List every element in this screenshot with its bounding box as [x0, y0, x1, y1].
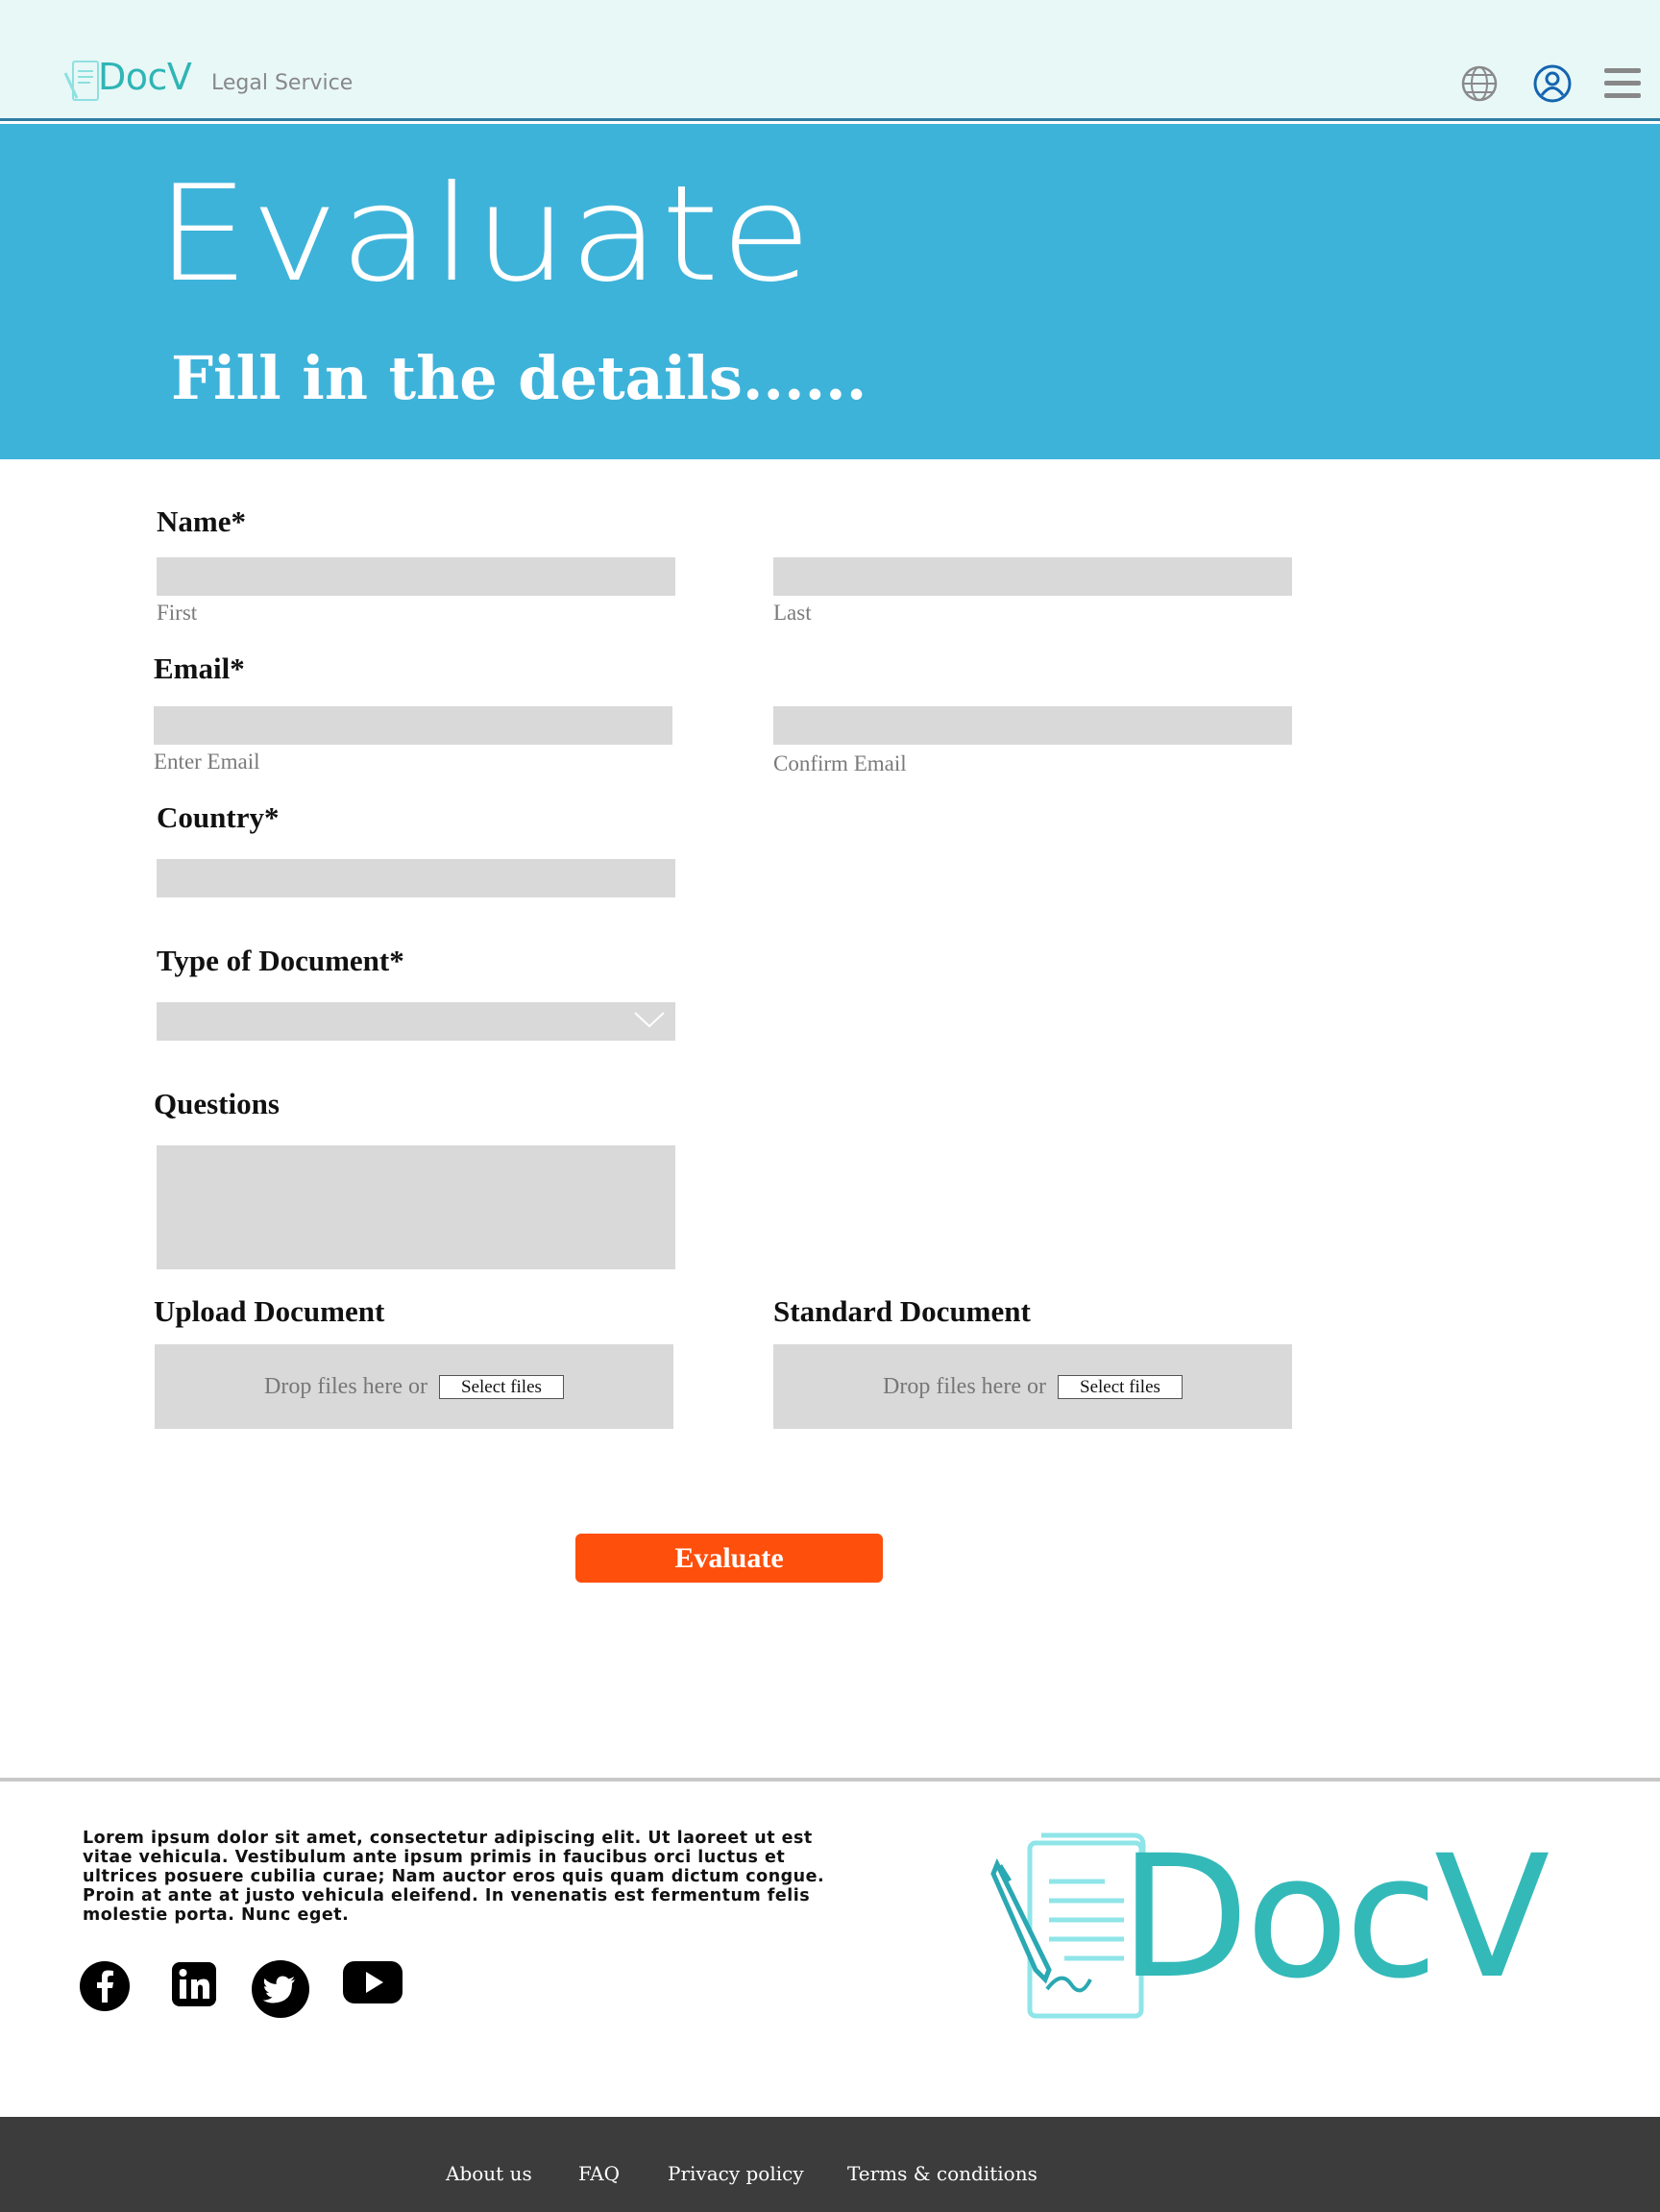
footer-divider — [0, 1778, 1660, 1782]
globe-icon[interactable] — [1459, 63, 1500, 104]
first-name-hint: First — [157, 601, 198, 625]
document-type-label: Type of Document* — [157, 944, 404, 977]
upload-dropzone[interactable]: Drop files here or Select files — [155, 1344, 673, 1429]
upload-select-files-button[interactable]: Select files — [438, 1374, 564, 1399]
last-name-hint: Last — [773, 601, 812, 625]
document-type-select[interactable] — [157, 1002, 675, 1041]
standard-document-label: Standard Document — [773, 1294, 1031, 1328]
email-input[interactable] — [154, 706, 672, 745]
brand-name[interactable]: DocV — [98, 56, 192, 98]
confirm-email-hint: Confirm Email — [773, 751, 907, 775]
menu-icon[interactable] — [1602, 63, 1643, 104]
youtube-icon[interactable] — [342, 1960, 403, 2004]
linkedin-icon[interactable] — [170, 1960, 218, 2008]
country-input[interactable] — [157, 859, 675, 897]
upload-document-label: Upload Document — [154, 1294, 385, 1328]
faq-link[interactable]: FAQ — [578, 2162, 620, 2185]
footer-brand-name: DocV — [1119, 1819, 1550, 2016]
first-name-input[interactable] — [157, 557, 675, 596]
name-label: Name* — [157, 504, 246, 538]
facebook-icon[interactable] — [79, 1960, 131, 2012]
standard-select-files-button[interactable]: Select files — [1057, 1374, 1183, 1399]
top-header: DocV Legal Service — [0, 0, 1660, 121]
email-label: Email* — [154, 651, 245, 685]
standard-dropzone[interactable]: Drop files here or Select files — [773, 1344, 1292, 1429]
terms-conditions-link[interactable]: Terms & conditions — [847, 2162, 1038, 2185]
questions-textarea[interactable] — [157, 1145, 675, 1269]
last-name-input[interactable] — [773, 557, 1292, 596]
brand-tagline: Legal Service — [211, 71, 354, 95]
dropzone-text: Drop files here or — [264, 1373, 427, 1399]
hero-banner: Evaluate Fill in the details...... — [0, 124, 1660, 459]
email-hint: Enter Email — [154, 750, 260, 774]
page-subtitle: Fill in the details...... — [171, 343, 867, 413]
docv-logo-icon — [63, 61, 99, 101]
chevron-down-icon — [634, 1012, 665, 1028]
account-icon[interactable] — [1532, 63, 1573, 104]
bottom-nav: About us FAQ Privacy policy Terms & cond… — [0, 2117, 1660, 2212]
twitter-icon[interactable] — [252, 1960, 309, 2018]
questions-label: Questions — [154, 1087, 280, 1120]
dropzone-text: Drop files here or — [883, 1373, 1046, 1399]
confirm-email-input[interactable] — [773, 706, 1292, 745]
about-us-link[interactable]: About us — [446, 2162, 532, 2185]
privacy-policy-link[interactable]: Privacy policy — [668, 2162, 804, 2185]
page-title: Evaluate — [156, 157, 814, 311]
footer-description: Lorem ipsum dolor sit amet, consectetur … — [83, 1829, 825, 1925]
country-label: Country* — [157, 800, 280, 834]
evaluate-button[interactable]: Evaluate — [575, 1534, 883, 1583]
